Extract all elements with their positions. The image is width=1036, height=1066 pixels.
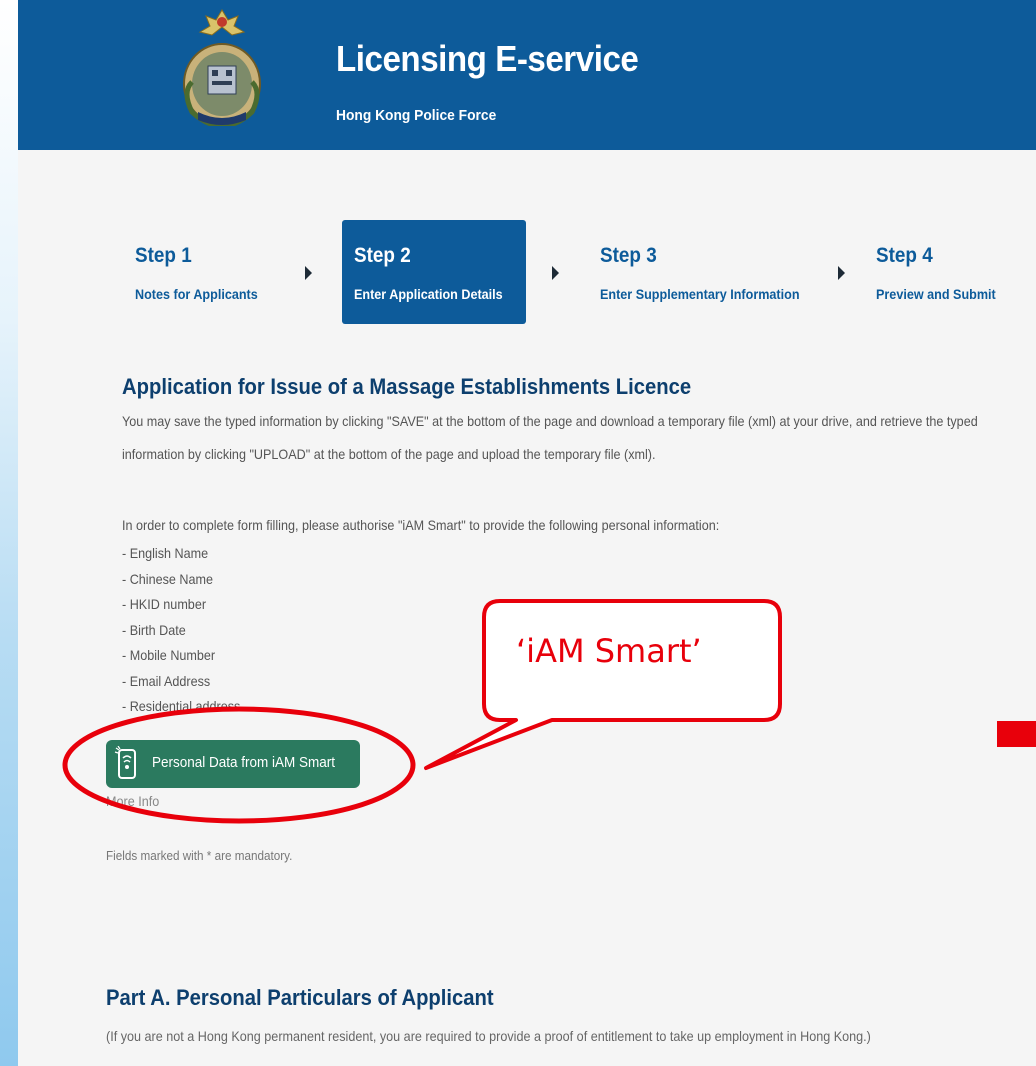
iam-smart-phone-icon — [114, 746, 136, 779]
step-label: Enter Application Details — [354, 286, 503, 302]
police-crest-icon — [183, 9, 261, 126]
left-gradient-strip — [0, 0, 18, 1066]
iam-smart-button-label: Personal Data from iAM Smart — [152, 754, 336, 771]
list-item: - English Name — [122, 545, 209, 561]
intro-line-1: You may save the typed information by cl… — [122, 413, 978, 429]
more-info-link[interactable]: More Info — [106, 793, 159, 809]
site-subtitle: Hong Kong Police Force — [336, 107, 497, 124]
page: Licensing E-service Hong Kong Police For… — [18, 0, 1036, 1066]
part-a-title: Part A. Personal Particulars of Applican… — [106, 985, 494, 1010]
mandatory-note: Fields marked with * are mandatory. — [106, 848, 293, 863]
step-arrow-icon — [552, 266, 559, 280]
step-1[interactable]: Step 1 Notes for Applicants — [135, 220, 319, 324]
step-4[interactable]: Step 4 Preview and Submit — [876, 220, 1026, 324]
site-header: Licensing E-service Hong Kong Police For… — [18, 0, 1036, 150]
step-label: Preview and Submit — [876, 286, 996, 302]
personal-info-list: - English Name - Chinese Name - HKID num… — [122, 541, 254, 720]
list-item: - Birth Date — [122, 621, 186, 638]
step-number: Step 3 — [600, 244, 657, 267]
intro-line-2: information by clicking "UPLOAD" at the … — [122, 446, 656, 462]
authorise-text: In order to complete form filling, pleas… — [122, 517, 720, 533]
step-2[interactable]: Step 2 Enter Application Details — [342, 220, 526, 324]
site-title: Licensing E-service — [336, 38, 639, 79]
list-item: - Mobile Number — [122, 647, 216, 663]
step-number: Step 4 — [876, 244, 933, 267]
iam-smart-button[interactable]: Personal Data from iAM Smart — [106, 740, 360, 788]
step-3[interactable]: Step 3 Enter Supplementary Information — [600, 220, 830, 324]
step-arrow-icon — [838, 266, 845, 280]
list-item: - Residential address — [122, 698, 241, 714]
list-item: - HKID number — [122, 596, 207, 612]
step-label: Enter Supplementary Information — [600, 286, 800, 302]
form-title: Application for Issue of a Massage Estab… — [122, 374, 692, 399]
step-number: Step 1 — [135, 244, 192, 267]
part-a-note: (If you are not a Hong Kong permanent re… — [106, 1028, 871, 1044]
list-item: - Chinese Name — [122, 570, 214, 587]
red-marker — [997, 721, 1036, 747]
step-number: Step 2 — [354, 244, 411, 267]
step-arrow-icon — [305, 266, 312, 280]
callout-text: ‘iAM Smart’ — [516, 632, 702, 670]
list-item: - Email Address — [122, 672, 211, 689]
step-label: Notes for Applicants — [135, 286, 258, 302]
